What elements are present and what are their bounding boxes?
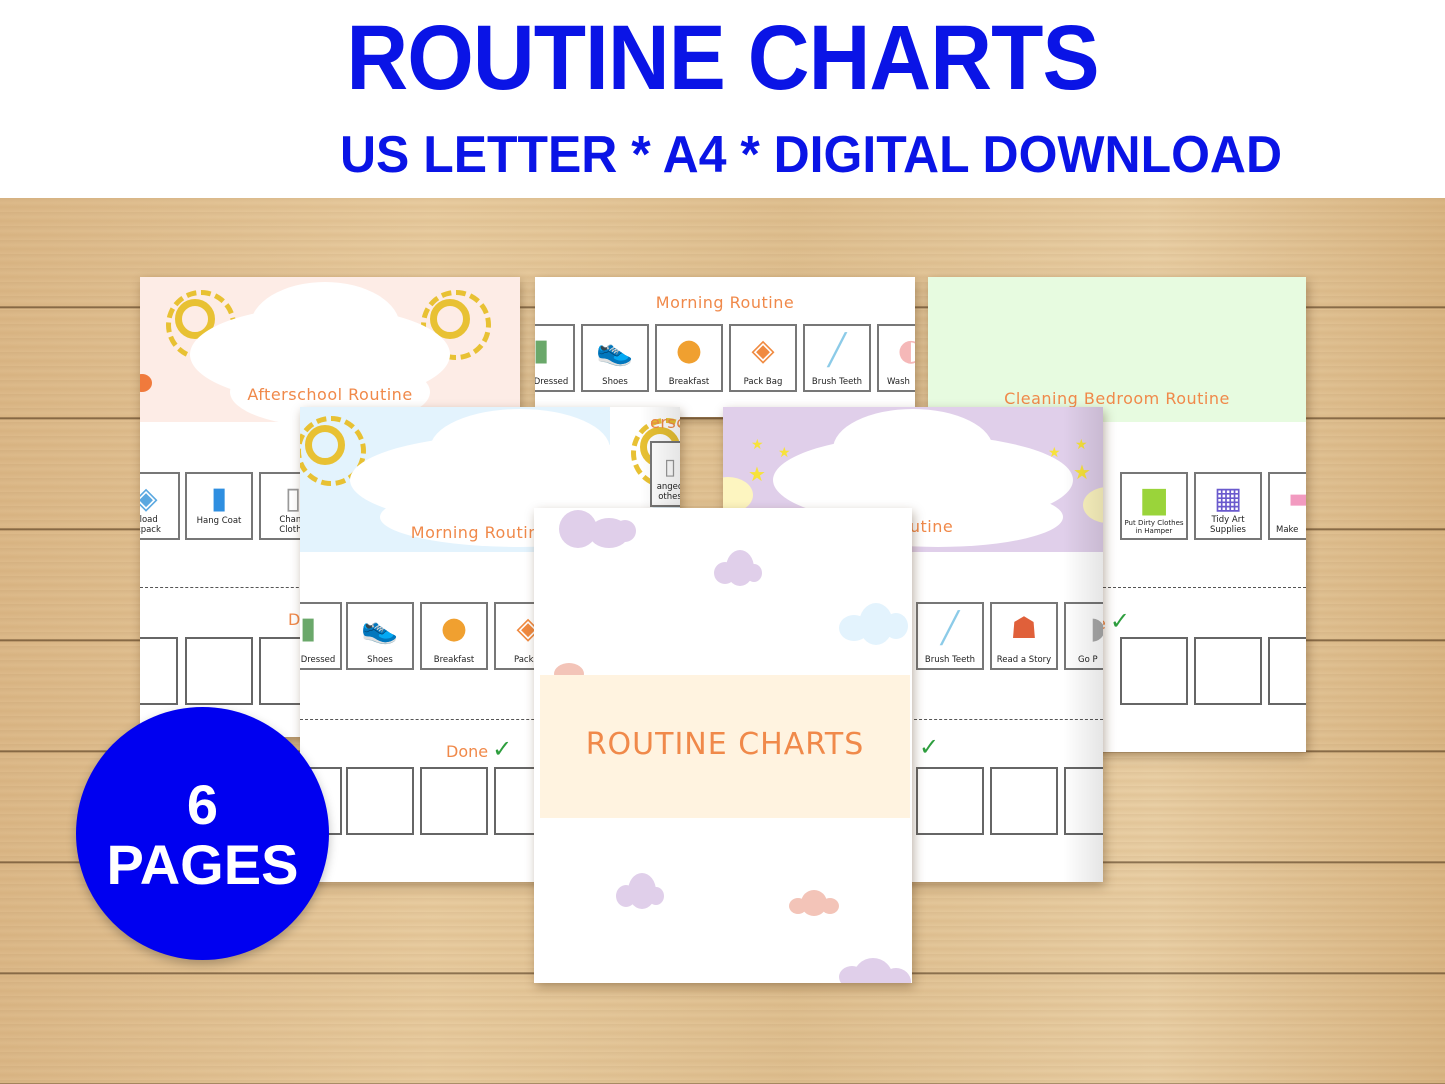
done-label: D: [288, 610, 301, 629]
cloud-shape: [833, 409, 993, 489]
page-morning-routine-top: Morning Routine ▮ Dressed 👟 Shoes ● Brea…: [535, 277, 915, 417]
routine-tile-dirty-clothes-hamper: ▆ Put Dirty Clothes in Hamper: [1120, 472, 1188, 540]
routine-tile-brush-teeth: ╱ Brush Teeth: [916, 602, 984, 670]
done-box: [1120, 637, 1188, 705]
page-count: 6: [186, 773, 219, 836]
cloud-shape: [430, 409, 610, 489]
page-cover: ROUTINE CHARTS: [534, 508, 912, 983]
done-box: [420, 767, 488, 835]
routine-tile-shoes: 👟 Shoes: [581, 324, 649, 392]
done-label: Done ✓: [446, 735, 513, 763]
routine-tile-get-dressed: ▮ Dressed: [300, 602, 342, 670]
routine-title: Cleaning Bedroom Routine: [1004, 389, 1230, 408]
bed-icon: ▬: [1287, 481, 1306, 516]
done-box: [346, 767, 414, 835]
clothes-icon: ▯: [663, 455, 677, 480]
toothbrush-icon: ╱: [940, 611, 960, 646]
page-count-label: PAGES: [106, 833, 299, 896]
page-afterschool-peek: erscho ▯ anged othes: [610, 407, 680, 507]
toothbrush-icon: ╱: [827, 333, 847, 368]
cover-title: ROUTINE CHARTS: [585, 727, 865, 762]
art-supplies-icon: ▦: [1213, 481, 1243, 516]
toilet-icon: ◗: [1090, 611, 1103, 646]
routine-tile-make-bed: ▬ Make: [1268, 472, 1306, 540]
star-icon: ★: [748, 462, 766, 486]
star-icon: ★: [751, 437, 764, 453]
routine-tile-read-a-story: ☗ Read a Story: [990, 602, 1058, 670]
sun-icon: [300, 416, 366, 486]
main-title: ROUTINE CHARTS: [346, 7, 1099, 109]
clothes-icon: ▮: [535, 333, 550, 368]
routine-tile-breakfast: ● Breakfast: [420, 602, 488, 670]
done-box: [990, 767, 1058, 835]
routine-tile-brush-teeth: ╱ Brush Teeth: [803, 324, 871, 392]
sun-icon: [631, 418, 680, 488]
coat-icon: ▮: [210, 481, 228, 516]
routine-tile-tidy-art-supplies: ▦ Tidy Art Supplies: [1194, 472, 1262, 540]
done-box: [916, 767, 984, 835]
title-band: ROUTINE CHARTS: [540, 675, 910, 818]
backpack-icon: ◈: [140, 481, 158, 516]
page-count-badge: 6 PAGES: [76, 707, 329, 960]
header: ROUTINE CHARTS US LETTER * A4 * DIGITAL …: [0, 0, 1445, 198]
pancakes-icon: ●: [440, 611, 468, 646]
routine-tile-shoes: 👟 Shoes: [346, 602, 414, 670]
hamper-icon: ▆: [1142, 481, 1166, 516]
routine-tile-wash: ◐ Wash: [877, 324, 915, 392]
done-box: [1064, 767, 1103, 835]
done-box: [1194, 637, 1262, 705]
routine-tile-go-potty: ◗ Go P: [1064, 602, 1103, 670]
routine-tile-pack-bag: ◈ Pack Bag: [729, 324, 797, 392]
shoes-icon: 👟: [361, 611, 399, 646]
checkmark-icon: ✓: [1109, 607, 1130, 635]
shoes-icon: 👟: [596, 333, 634, 368]
done-box: [140, 637, 178, 705]
routine-title: Afterschool Routine: [247, 385, 413, 404]
routine-tile-get-dressed: ▮ Dressed: [535, 324, 575, 392]
routine-title: Morning Routine: [655, 293, 795, 312]
banner: Cleaning Bedroom Routine: [928, 277, 1306, 422]
done-box: [1268, 637, 1306, 705]
format-subtitle: US LETTER * A4 * DIGITAL DOWNLOAD: [340, 126, 1283, 184]
star-icon: ★: [1073, 460, 1091, 484]
routine-tile-changed-clothes: ▯ anged othes: [650, 441, 680, 507]
backpack-icon: ◈: [751, 333, 775, 368]
done-box: [185, 637, 253, 705]
banner: Afterschool Routine: [140, 277, 520, 427]
routine-tile-hang-coat: ▮ Hang Coat: [185, 472, 253, 540]
routine-tile-unload-backpack: ◈ nload ckpack: [140, 472, 180, 540]
pancakes-icon: ●: [675, 333, 703, 368]
routine-tile-breakfast: ● Breakfast: [655, 324, 723, 392]
checkmark-icon: ✓: [492, 735, 513, 763]
reading-girl-icon: ☗: [1010, 611, 1038, 646]
checkmark-icon: ✓: [919, 733, 940, 761]
star-icon: ★: [1075, 437, 1088, 453]
moon-icon: [1083, 487, 1103, 523]
wash-icon: ◐: [897, 333, 915, 368]
clothes-icon: ▮: [300, 611, 317, 646]
